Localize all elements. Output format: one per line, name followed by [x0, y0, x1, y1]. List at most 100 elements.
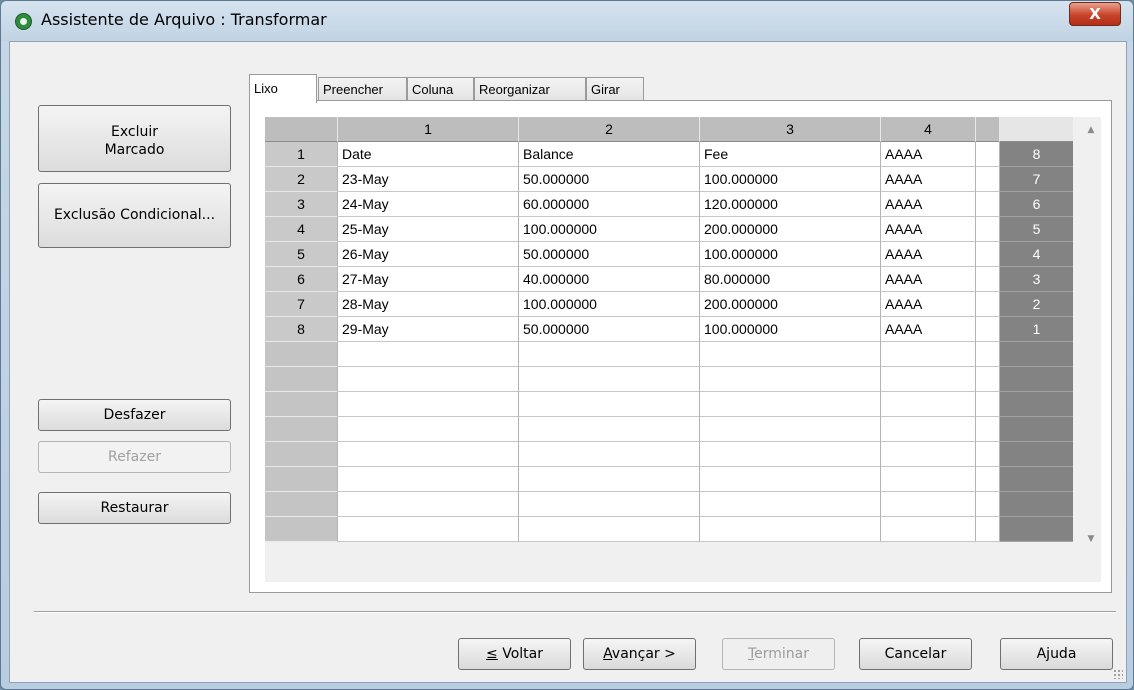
- table-cell[interactable]: 40.000000: [519, 267, 700, 292]
- table-cell[interactable]: AAAA: [881, 217, 976, 242]
- row-header[interactable]: [265, 392, 338, 417]
- table-cell[interactable]: [338, 417, 519, 442]
- table-cell[interactable]: AAAA: [881, 142, 976, 167]
- scroll-down-icon[interactable]: ▼: [1083, 531, 1099, 547]
- desfazer-button[interactable]: Desfazer: [38, 399, 231, 431]
- table-cell[interactable]: [700, 367, 881, 392]
- resize-grip-icon[interactable]: [1113, 669, 1123, 679]
- close-button[interactable]: X: [1069, 2, 1121, 26]
- exclusao-condicional-button[interactable]: Exclusão Condicional...: [38, 183, 231, 248]
- table-cell[interactable]: [519, 442, 700, 467]
- row-header[interactable]: 3: [265, 192, 338, 217]
- row-header[interactable]: [265, 467, 338, 492]
- tab-reorganizar[interactable]: Reorganizar: [474, 77, 586, 102]
- tab-coluna[interactable]: Coluna: [407, 77, 474, 102]
- table-cell[interactable]: [700, 517, 881, 542]
- table-cell[interactable]: 60.000000: [519, 192, 700, 217]
- column-header[interactable]: 3: [700, 117, 881, 142]
- table-cell[interactable]: [519, 517, 700, 542]
- row-header[interactable]: [265, 417, 338, 442]
- table-cell[interactable]: AAAA: [881, 292, 976, 317]
- table-cell[interactable]: [700, 492, 881, 517]
- row-header[interactable]: [265, 367, 338, 392]
- table-cell[interactable]: [881, 392, 976, 417]
- row-header[interactable]: 2: [265, 167, 338, 192]
- table-cell[interactable]: 100.000000: [519, 292, 700, 317]
- tab-girar[interactable]: Girar: [586, 77, 644, 102]
- table-cell[interactable]: [881, 517, 976, 542]
- table-cell[interactable]: [881, 417, 976, 442]
- table-cell[interactable]: [881, 492, 976, 517]
- table-cell[interactable]: [700, 417, 881, 442]
- table-cell[interactable]: 50.000000: [519, 317, 700, 342]
- table-cell[interactable]: [700, 342, 881, 367]
- table-cell[interactable]: [338, 342, 519, 367]
- refazer-button[interactable]: Refazer: [38, 441, 231, 473]
- row-header[interactable]: 5: [265, 242, 338, 267]
- table-cell[interactable]: [881, 342, 976, 367]
- table-cell[interactable]: [338, 442, 519, 467]
- table-cell[interactable]: [881, 467, 976, 492]
- voltar-button[interactable]: ≤ Voltar: [458, 638, 571, 670]
- ajuda-button[interactable]: Ajuda: [1000, 638, 1113, 670]
- table-cell[interactable]: Date: [338, 142, 519, 167]
- table-cell[interactable]: [700, 467, 881, 492]
- table-cell[interactable]: 100.000000: [700, 317, 881, 342]
- table-cell[interactable]: [519, 467, 700, 492]
- table-cell[interactable]: 100.000000: [700, 167, 881, 192]
- column-header[interactable]: 4: [881, 117, 976, 142]
- table-cell[interactable]: [338, 367, 519, 392]
- table-cell[interactable]: 200.000000: [700, 217, 881, 242]
- table-cell[interactable]: 26-May: [338, 242, 519, 267]
- tab-preencher[interactable]: Preencher: [318, 77, 407, 102]
- table-cell[interactable]: [700, 442, 881, 467]
- table-cell[interactable]: AAAA: [881, 267, 976, 292]
- table-cell[interactable]: AAAA: [881, 192, 976, 217]
- cancelar-button[interactable]: Cancelar: [859, 638, 972, 670]
- table-cell[interactable]: AAAA: [881, 167, 976, 192]
- table-cell[interactable]: 50.000000: [519, 167, 700, 192]
- table-cell[interactable]: 24-May: [338, 192, 519, 217]
- table-cell[interactable]: 25-May: [338, 217, 519, 242]
- table-cell[interactable]: 27-May: [338, 267, 519, 292]
- avancar-button[interactable]: Avançar >: [583, 638, 696, 670]
- table-cell[interactable]: 50.000000: [519, 242, 700, 267]
- table-cell[interactable]: 23-May: [338, 167, 519, 192]
- row-header[interactable]: [265, 342, 338, 367]
- table-cell[interactable]: 28-May: [338, 292, 519, 317]
- table-cell[interactable]: [338, 517, 519, 542]
- data-grid[interactable]: 1 2 3 4 1 Date Balance Fee AAAA 8 2 23-May 50.000000…: [265, 117, 1101, 582]
- table-cell[interactable]: AAAA: [881, 317, 976, 342]
- table-cell[interactable]: 29-May: [338, 317, 519, 342]
- column-header[interactable]: 2: [519, 117, 700, 142]
- row-header[interactable]: 4: [265, 217, 338, 242]
- column-header[interactable]: 1: [338, 117, 519, 142]
- table-cell[interactable]: 120.000000: [700, 192, 881, 217]
- table-cell[interactable]: [338, 392, 519, 417]
- row-header[interactable]: 8: [265, 317, 338, 342]
- row-header[interactable]: [265, 517, 338, 542]
- scroll-up-icon[interactable]: ▲: [1083, 122, 1099, 138]
- table-cell[interactable]: [338, 467, 519, 492]
- terminar-button[interactable]: Terminar: [722, 638, 835, 670]
- table-cell[interactable]: [519, 367, 700, 392]
- table-cell[interactable]: [881, 442, 976, 467]
- row-header[interactable]: 6: [265, 267, 338, 292]
- row-header[interactable]: 1: [265, 142, 338, 167]
- table-cell[interactable]: 100.000000: [519, 217, 700, 242]
- tab-lixo[interactable]: Lixo: [249, 74, 317, 103]
- table-cell[interactable]: Fee: [700, 142, 881, 167]
- table-cell[interactable]: AAAA: [881, 242, 976, 267]
- row-header[interactable]: 7: [265, 292, 338, 317]
- table-cell[interactable]: Balance: [519, 142, 700, 167]
- title-bar[interactable]: Assistente de Arquivo : Transformar X: [1, 1, 1133, 41]
- table-cell[interactable]: 80.000000: [700, 267, 881, 292]
- table-cell[interactable]: [700, 392, 881, 417]
- table-cell[interactable]: [519, 417, 700, 442]
- table-cell[interactable]: [881, 367, 976, 392]
- table-cell[interactable]: 100.000000: [700, 242, 881, 267]
- table-cell[interactable]: [519, 342, 700, 367]
- restaurar-button[interactable]: Restaurar: [38, 492, 231, 524]
- table-cell[interactable]: [519, 392, 700, 417]
- table-cell[interactable]: [519, 492, 700, 517]
